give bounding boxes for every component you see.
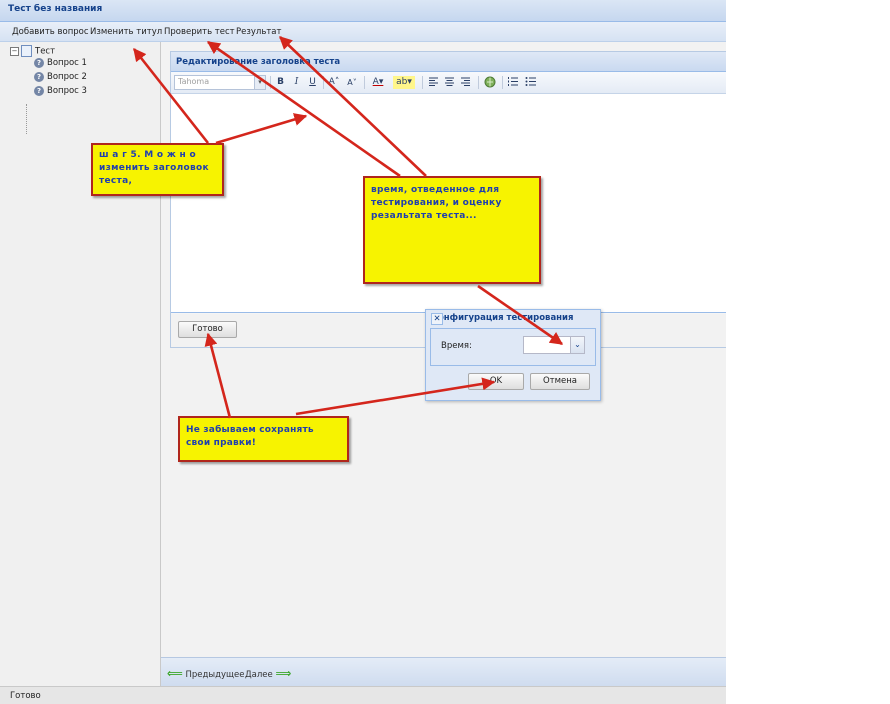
prev-label: Предыдущее bbox=[185, 670, 245, 680]
time-label: Время: bbox=[441, 341, 472, 351]
toolbar-divider bbox=[323, 76, 324, 89]
book-icon bbox=[21, 45, 32, 57]
grow-font-button[interactable]: A˄ bbox=[327, 76, 341, 89]
chevron-down-icon[interactable]: ⌄ bbox=[570, 337, 584, 353]
toolbar-divider bbox=[364, 76, 365, 89]
test-config-dialog: Конфигурация тестирования ✕ Время: ⌄ OK … bbox=[425, 309, 601, 401]
tree-node-question-3[interactable]: ? Вопрос 3 bbox=[34, 85, 87, 97]
title-bar: Тест без названия bbox=[0, 0, 726, 22]
done-button[interactable]: Готово bbox=[178, 321, 237, 338]
navigation-bar: ⟸ Предыдущее Далее ⟹ bbox=[161, 657, 726, 686]
dialog-header: Конфигурация тестирования ✕ bbox=[426, 310, 600, 326]
prev-button[interactable]: ⟸ Предыдущее bbox=[167, 667, 244, 680]
callout-step-5: ш а г 5. М о ж н о изменить заголовок те… bbox=[91, 143, 224, 196]
next-button[interactable]: Далее ⟹ bbox=[245, 667, 291, 680]
status-bar: Готово bbox=[0, 686, 726, 704]
menu-item-edit-title[interactable]: Изменить титул bbox=[90, 27, 162, 37]
arrow-right-icon: ⟹ bbox=[275, 667, 292, 680]
arrow-left-icon: ⟸ bbox=[167, 667, 183, 680]
time-select[interactable]: ⌄ bbox=[523, 336, 585, 354]
menu-bar: Добавить вопрос Изменить титул Проверить… bbox=[0, 22, 726, 42]
callout-time-config: время, отведенное для тестирования, и оц… bbox=[363, 176, 541, 284]
tree-node-label: Вопрос 2 bbox=[47, 72, 87, 82]
toolbar-divider bbox=[422, 76, 423, 89]
menu-item-check-test[interactable]: Проверить тест bbox=[164, 27, 235, 37]
editor-toolbar: Tahoma ▾ B I U A˄ A˅ A▾ ab▾ bbox=[171, 72, 726, 94]
panel-title: Редактирование заголовка теста bbox=[176, 57, 341, 67]
cancel-button[interactable]: Отмена bbox=[530, 373, 590, 390]
italic-button[interactable]: I bbox=[291, 76, 302, 89]
align-left-icon[interactable] bbox=[428, 76, 439, 89]
close-icon[interactable]: ✕ bbox=[431, 313, 443, 325]
align-right-icon[interactable] bbox=[460, 76, 471, 89]
dialog-title: Конфигурация тестирования bbox=[431, 313, 574, 323]
underline-button[interactable]: U bbox=[307, 76, 318, 89]
toolbar-divider bbox=[502, 76, 503, 89]
tree-node-label: Вопрос 3 bbox=[47, 86, 87, 96]
numbered-list-icon[interactable] bbox=[507, 76, 519, 89]
tree-connector bbox=[26, 104, 27, 134]
next-label: Далее bbox=[245, 670, 273, 680]
tree-node-test[interactable]: − Тест bbox=[10, 45, 55, 57]
menu-item-add-question[interactable]: Добавить вопрос bbox=[12, 27, 89, 37]
menu-item-result[interactable]: Результат bbox=[236, 27, 281, 37]
collapse-icon[interactable]: − bbox=[10, 46, 19, 56]
toolbar-divider bbox=[270, 76, 271, 89]
test-tree: − Тест ? Вопрос 1 ? Вопрос 2 ? Вопрос 3 bbox=[0, 42, 161, 686]
font-color-button[interactable]: A▾ bbox=[369, 76, 387, 89]
window-title: Тест без названия bbox=[8, 4, 103, 14]
bold-button[interactable]: B bbox=[275, 76, 286, 89]
bullet-list-icon[interactable] bbox=[525, 76, 537, 89]
panel-header: Редактирование заголовка теста bbox=[171, 52, 726, 72]
tree-node-label: Тест bbox=[35, 46, 56, 57]
toolbar-divider bbox=[478, 76, 479, 89]
callout-save-reminder: Не забываем сохранять свои правки! bbox=[178, 416, 349, 462]
highlight-button[interactable]: ab▾ bbox=[393, 76, 415, 89]
align-center-icon[interactable] bbox=[444, 76, 455, 89]
dialog-body: Время: ⌄ bbox=[430, 328, 596, 366]
link-icon[interactable] bbox=[484, 76, 496, 89]
tree-node-question-1[interactable]: ? Вопрос 1 bbox=[34, 57, 87, 69]
question-icon: ? bbox=[34, 85, 44, 96]
shrink-font-button[interactable]: A˅ bbox=[345, 76, 359, 89]
tree-node-question-2[interactable]: ? Вопрос 2 bbox=[34, 71, 87, 83]
status-text: Готово bbox=[10, 691, 41, 701]
chevron-down-icon: ▾ bbox=[254, 76, 265, 89]
font-select-value: Tahoma bbox=[178, 77, 210, 86]
ok-button[interactable]: OK bbox=[468, 373, 524, 390]
font-select[interactable]: Tahoma ▾ bbox=[174, 75, 266, 90]
question-icon: ? bbox=[34, 71, 44, 82]
question-icon: ? bbox=[34, 57, 44, 68]
app-window: Тест без названия Добавить вопрос Измени… bbox=[0, 0, 726, 704]
tree-node-label: Вопрос 1 bbox=[47, 58, 87, 68]
